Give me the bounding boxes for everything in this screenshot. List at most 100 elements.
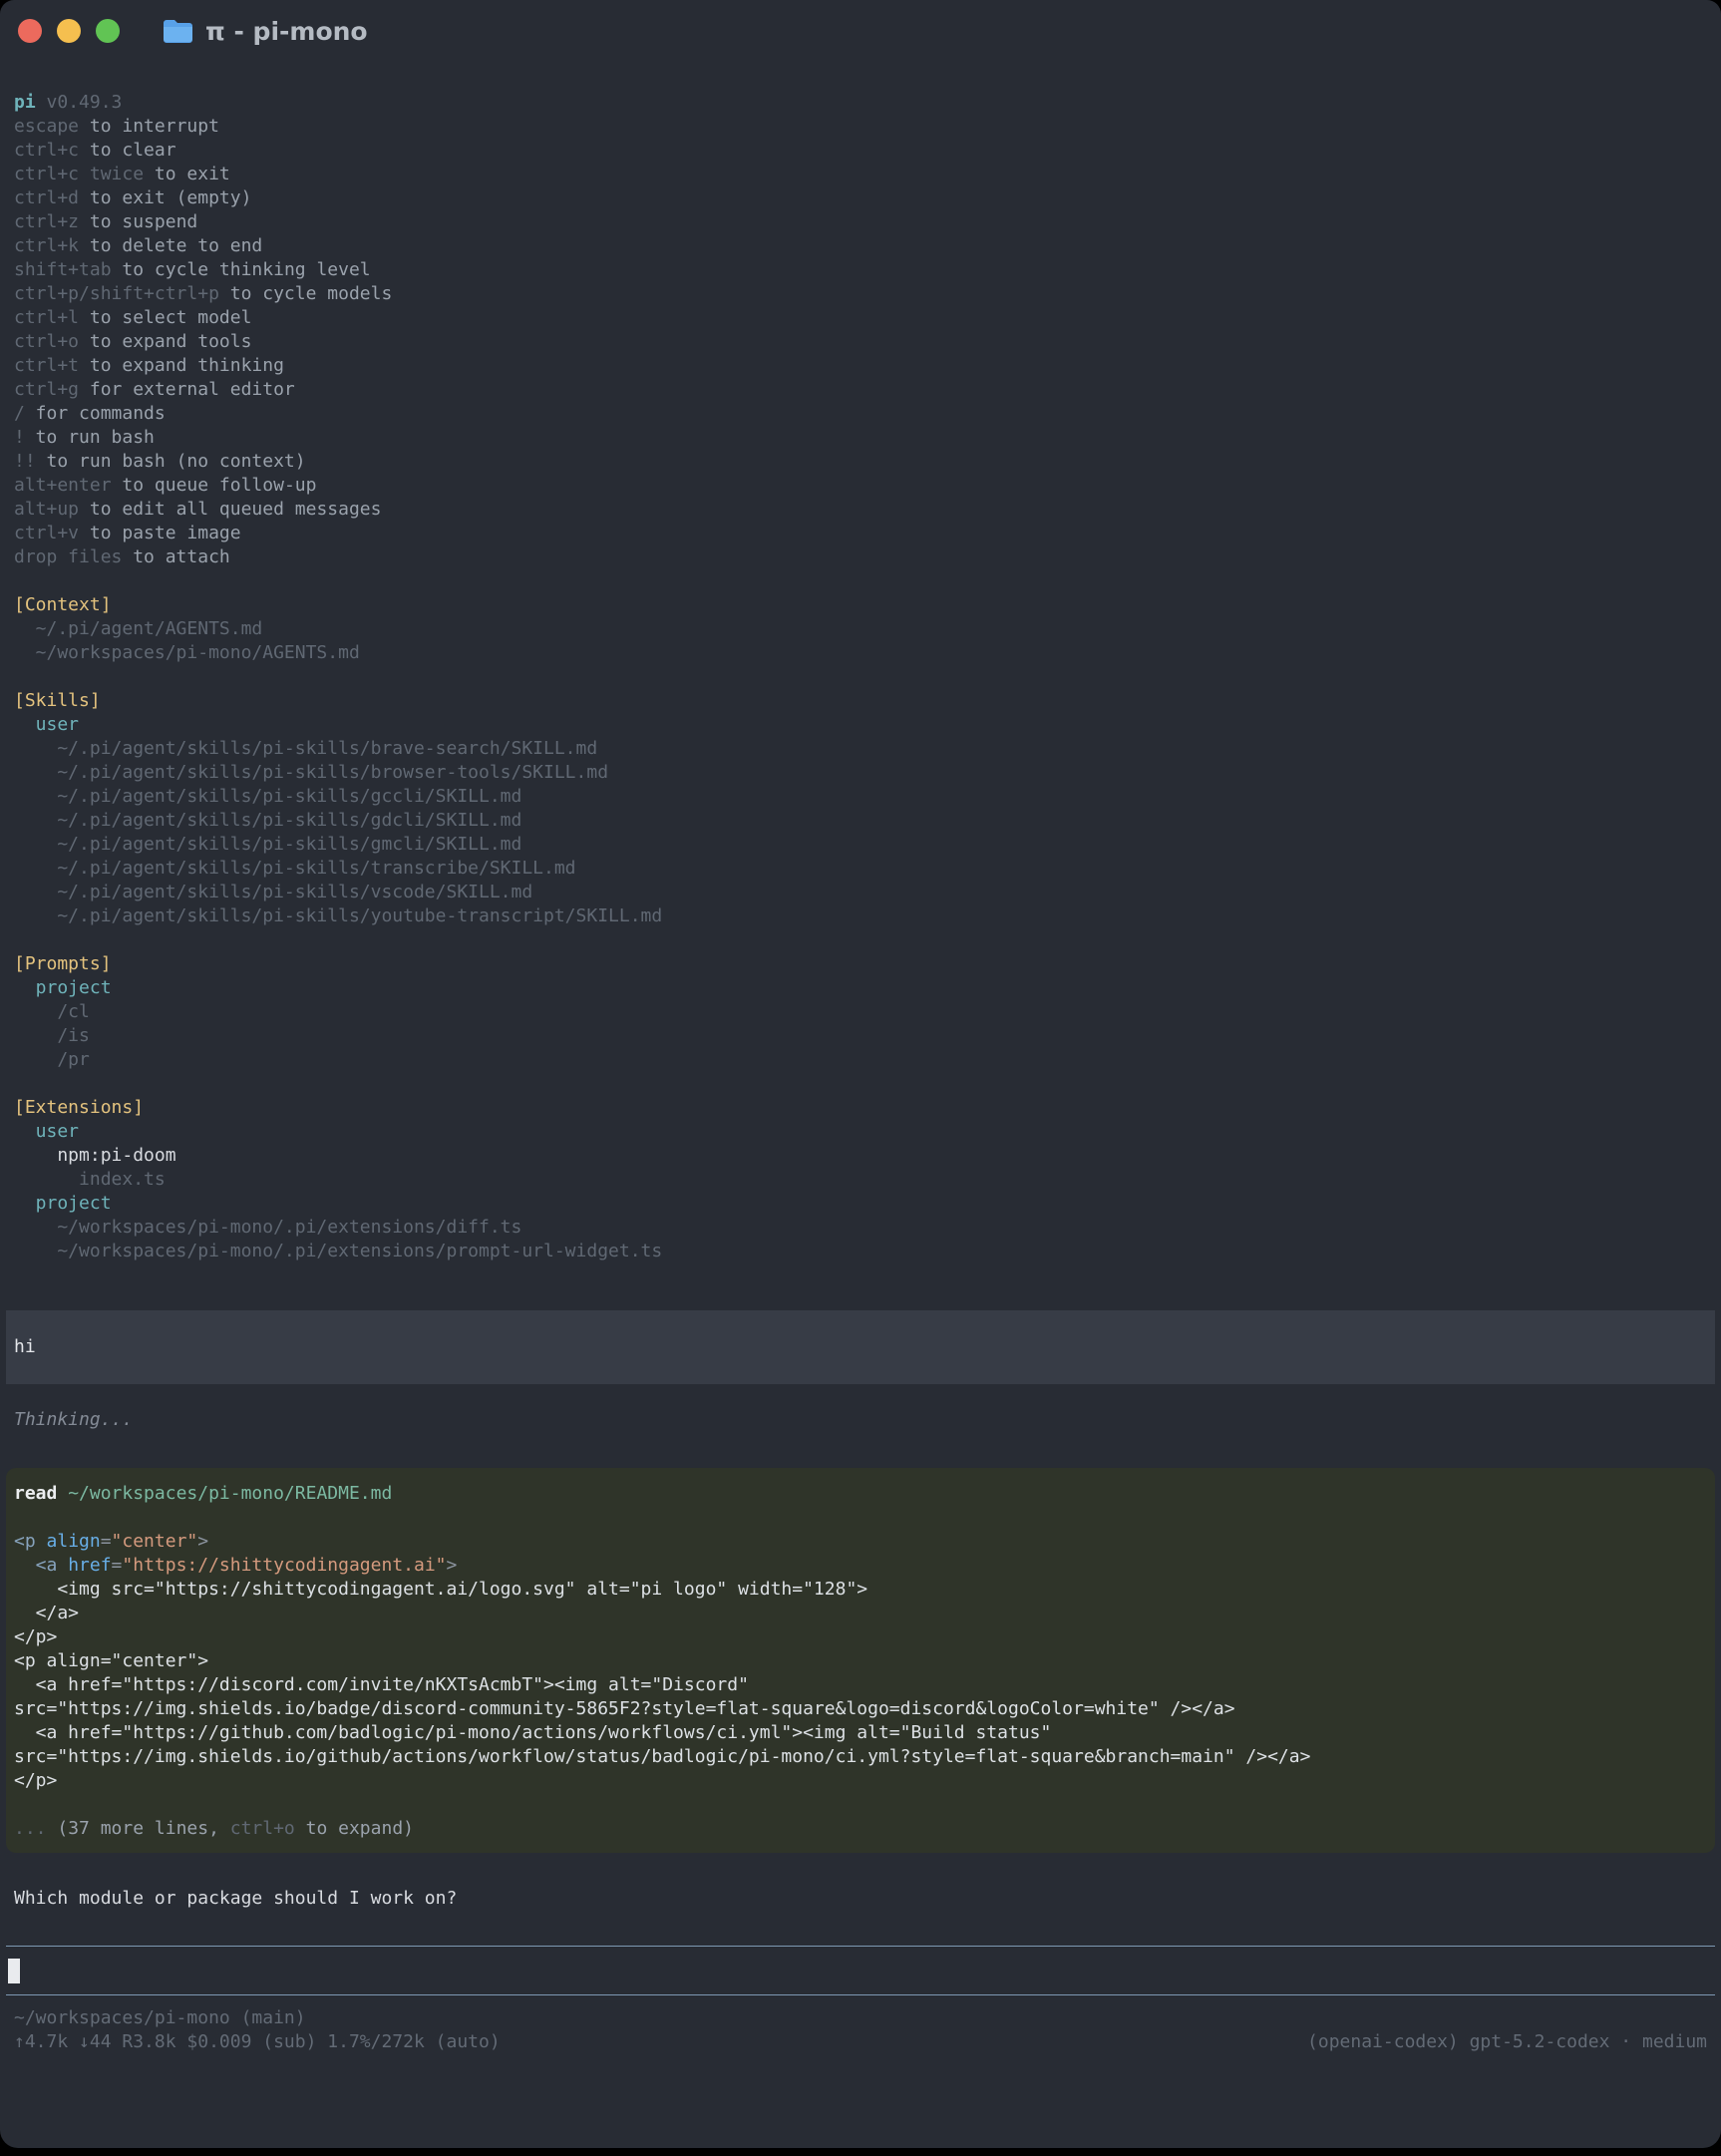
terminal-line: ~/.pi/agent/AGENTS.md [14,617,1707,641]
terminal-line: ~/.pi/agent/skills/pi-skills/transcribe/… [14,857,1707,881]
text-segment: alt+up [14,499,79,520]
text-segment: ctrl+o [230,1818,295,1839]
terminal-line: <p align="center"> [14,1530,1707,1554]
terminal-line: [Skills] [14,689,1707,713]
terminal-line: ~/.pi/agent/skills/pi-skills/gdcli/SKILL… [14,809,1707,833]
status-bar: ~/workspaces/pi-mono (main) ↑4.7k ↓44 R3… [0,2006,1721,2054]
text-cursor [8,1959,20,1983]
terminal-line: ctrl+z to suspend [14,210,1707,234]
text-segment: to clear [79,140,176,161]
text-segment: = [112,1555,123,1576]
text-segment: to attach [122,546,229,567]
text-segment: to paste image [79,523,241,543]
text-segment: align [47,1531,101,1552]
text-segment: to cycle models [219,283,392,304]
terminal-line: <a href="https://shittycodingagent.ai"> [14,1554,1707,1578]
text-segment: to expand) [295,1818,414,1839]
text-segment: escape [14,116,79,137]
terminal-line: npm:pi-doom [14,1144,1707,1168]
text-segment: ctrl+z [14,211,79,232]
terminal-line: /is [14,1024,1707,1048]
terminal-line: ctrl+g for external editor [14,378,1707,402]
terminal-line: project [14,1192,1707,1216]
terminal-line: ... (37 more lines, ctrl+o to expand) [14,1817,1707,1841]
assistant-message: Which module or package should I work on… [0,1887,1721,1911]
text-segment: ~/.pi/agent/skills/pi-skills/youtube-tra… [14,905,662,926]
text-segment: ~/.pi/agent/skills/pi-skills/browser-too… [14,762,608,783]
terminal-line: ctrl+d to exit (empty) [14,186,1707,210]
prompt-input[interactable] [6,1946,1715,1995]
user-message: hi [6,1310,1715,1384]
text-segment: to edit all queued messages [79,499,381,520]
terminal-line: index.ts [14,1168,1707,1192]
cwd-branch-label: ~/workspaces/pi-mono (main) [14,2006,306,2030]
text-segment: ctrl+t [14,355,79,376]
tool-call-output: read ~/workspaces/pi-mono/README.md <p al… [14,1482,1707,1841]
text-segment: for external editor [79,379,295,400]
text-segment: to exit (empty) [79,187,251,208]
text-segment: user [14,1121,79,1142]
terminal-line: <img src="https://shittycodingagent.ai/l… [14,1578,1707,1602]
terminal-line: ctrl+l to select model [14,306,1707,330]
terminal-line: [Prompts] [14,952,1707,976]
text-segment: to queue follow-up [112,475,317,496]
text-segment: <a [14,1555,68,1576]
terminal-line: ! to run bash [14,426,1707,450]
text-segment: ctrl+l [14,307,79,328]
text-segment: !! [14,451,36,472]
maximize-button[interactable] [96,19,120,43]
text-segment: npm:pi-doom [14,1145,176,1166]
titlebar: π - pi-mono [0,0,1721,62]
text-segment: src="https://img.shields.io/github/actio… [14,1746,1310,1767]
minimize-button[interactable] [57,19,81,43]
terminal-line: ~/workspaces/pi-mono/.pi/extensions/diff… [14,1216,1707,1240]
terminal-line [14,665,1707,689]
terminal-line: !! to run bash (no context) [14,450,1707,474]
text-segment: <p [14,1531,47,1552]
text-segment: to exit [144,164,230,184]
terminal-line: ~/workspaces/pi-mono/AGENTS.md [14,641,1707,665]
text-segment: "https://shittycodingagent.ai" [122,1555,446,1576]
text-segment: ctrl+o [14,331,79,352]
text-segment: / [14,403,25,424]
terminal-line: ~/.pi/agent/skills/pi-skills/gmcli/SKILL… [14,833,1707,857]
terminal-line: project [14,976,1707,1000]
terminal-line: ~/.pi/agent/skills/pi-skills/browser-too… [14,761,1707,785]
text-segment: drop files [14,546,122,567]
terminal-line: </p> [14,1625,1707,1649]
terminal-line: read ~/workspaces/pi-mono/README.md [14,1482,1707,1506]
terminal-line: / for commands [14,402,1707,426]
text-segment: ~/workspaces/pi-mono/README.md [57,1483,392,1504]
text-segment: ctrl+d [14,187,79,208]
model-label: (openai-codex) gpt-5.2-codex · medium [1307,2030,1707,2054]
text-segment: </p> [14,1626,57,1647]
close-button[interactable] [18,19,42,43]
terminal-line: /cl [14,1000,1707,1024]
text-segment: to delete to end [79,235,262,256]
text-segment: pi [14,92,36,113]
terminal-line: ctrl+t to expand thinking [14,354,1707,378]
terminal-line: ~/.pi/agent/skills/pi-skills/youtube-tra… [14,904,1707,928]
text-segment: <a href="https://github.com/badlogic/pi-… [14,1722,1051,1743]
text-segment: ~/.pi/agent/AGENTS.md [14,618,262,639]
terminal-line: ctrl+k to delete to end [14,234,1707,258]
terminal-line: user [14,1120,1707,1144]
text-segment: /pr [14,1049,90,1070]
terminal-line: ~/.pi/agent/skills/pi-skills/brave-searc… [14,737,1707,761]
terminal-line: user [14,713,1707,737]
terminal-line: ctrl+p/shift+ctrl+p to cycle models [14,282,1707,306]
text-segment: to suspend [79,211,197,232]
terminal-line: pi v0.49.3 [14,91,1707,115]
text-segment: ~/workspaces/pi-mono/.pi/extensions/diff… [14,1217,521,1238]
terminal-line: [Context] [14,593,1707,617]
user-message-text: hi [14,1335,36,1359]
text-segment: v0.49.3 [36,92,123,113]
terminal-line: </a> [14,1602,1707,1625]
text-segment: <img src="https://shittycodingagent.ai/l… [14,1579,867,1600]
thinking-indicator: Thinking... [0,1408,1721,1432]
text-segment: ctrl+c [14,140,79,161]
terminal-line: ~/.pi/agent/skills/pi-skills/gccli/SKILL… [14,785,1707,809]
token-usage-label: ↑4.7k ↓44 R3.8k $0.009 (sub) 1.7%/272k (… [14,2030,501,2054]
text-segment: ~/.pi/agent/skills/pi-skills/gccli/SKILL… [14,786,521,807]
text-segment: <a href="https://discord.com/invite/nKXT… [14,1674,749,1695]
